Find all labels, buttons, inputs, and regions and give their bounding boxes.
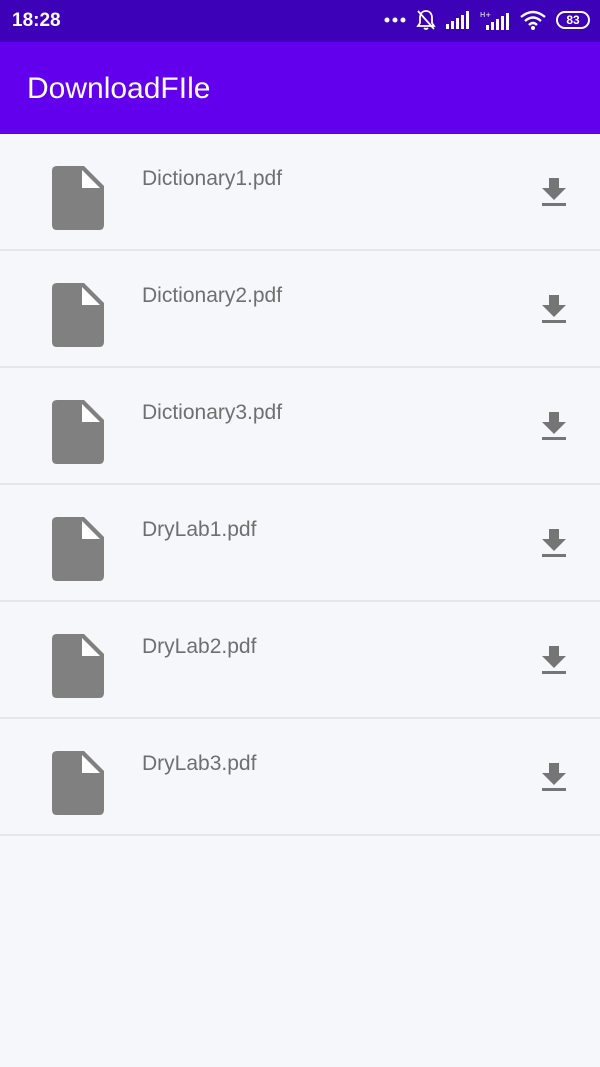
- status-bar: 18:28 H+ 83: [0, 0, 600, 42]
- file-name: DryLab3.pdf: [142, 752, 257, 775]
- battery-icon: 83: [556, 11, 590, 29]
- signal-icon: [446, 11, 469, 29]
- file-name: Dictionary2.pdf: [142, 284, 283, 307]
- download-icon[interactable]: [536, 291, 572, 327]
- file-icon: [52, 283, 104, 347]
- app-bar: DownloadFIle: [0, 42, 600, 134]
- bell-off-icon: [416, 10, 436, 30]
- file-name: DryLab1.pdf: [142, 518, 257, 541]
- battery-level: 83: [566, 13, 580, 27]
- wifi-icon: [520, 10, 546, 30]
- list-item[interactable]: DryLab1.pdf: [0, 485, 600, 602]
- download-icon[interactable]: [536, 174, 572, 210]
- status-icons: H+ 83: [384, 9, 590, 31]
- file-icon: [52, 517, 104, 581]
- file-list: Dictionary1.pdf Dictionary2.pdf Dictiona…: [0, 134, 600, 836]
- file-icon: [52, 634, 104, 698]
- list-item[interactable]: DryLab3.pdf: [0, 719, 600, 836]
- list-item[interactable]: Dictionary3.pdf: [0, 368, 600, 485]
- file-icon: [52, 166, 104, 230]
- status-time: 18:28: [12, 10, 61, 31]
- app-title: DownloadFIle: [27, 72, 211, 105]
- download-icon[interactable]: [536, 408, 572, 444]
- download-icon[interactable]: [536, 525, 572, 561]
- list-item[interactable]: Dictionary1.pdf: [0, 134, 600, 251]
- file-name: Dictionary1.pdf: [142, 167, 283, 190]
- svg-text:H+: H+: [480, 11, 491, 19]
- list-item[interactable]: DryLab2.pdf: [0, 602, 600, 719]
- download-icon[interactable]: [536, 759, 572, 795]
- file-name: Dictionary3.pdf: [142, 401, 283, 424]
- more-dots-icon: [384, 17, 406, 23]
- list-item[interactable]: Dictionary2.pdf: [0, 251, 600, 368]
- file-name: DryLab2.pdf: [142, 635, 257, 658]
- file-icon: [52, 400, 104, 464]
- file-icon: [52, 751, 104, 815]
- hplus-signal-icon: H+: [480, 11, 509, 30]
- download-icon[interactable]: [536, 642, 572, 678]
